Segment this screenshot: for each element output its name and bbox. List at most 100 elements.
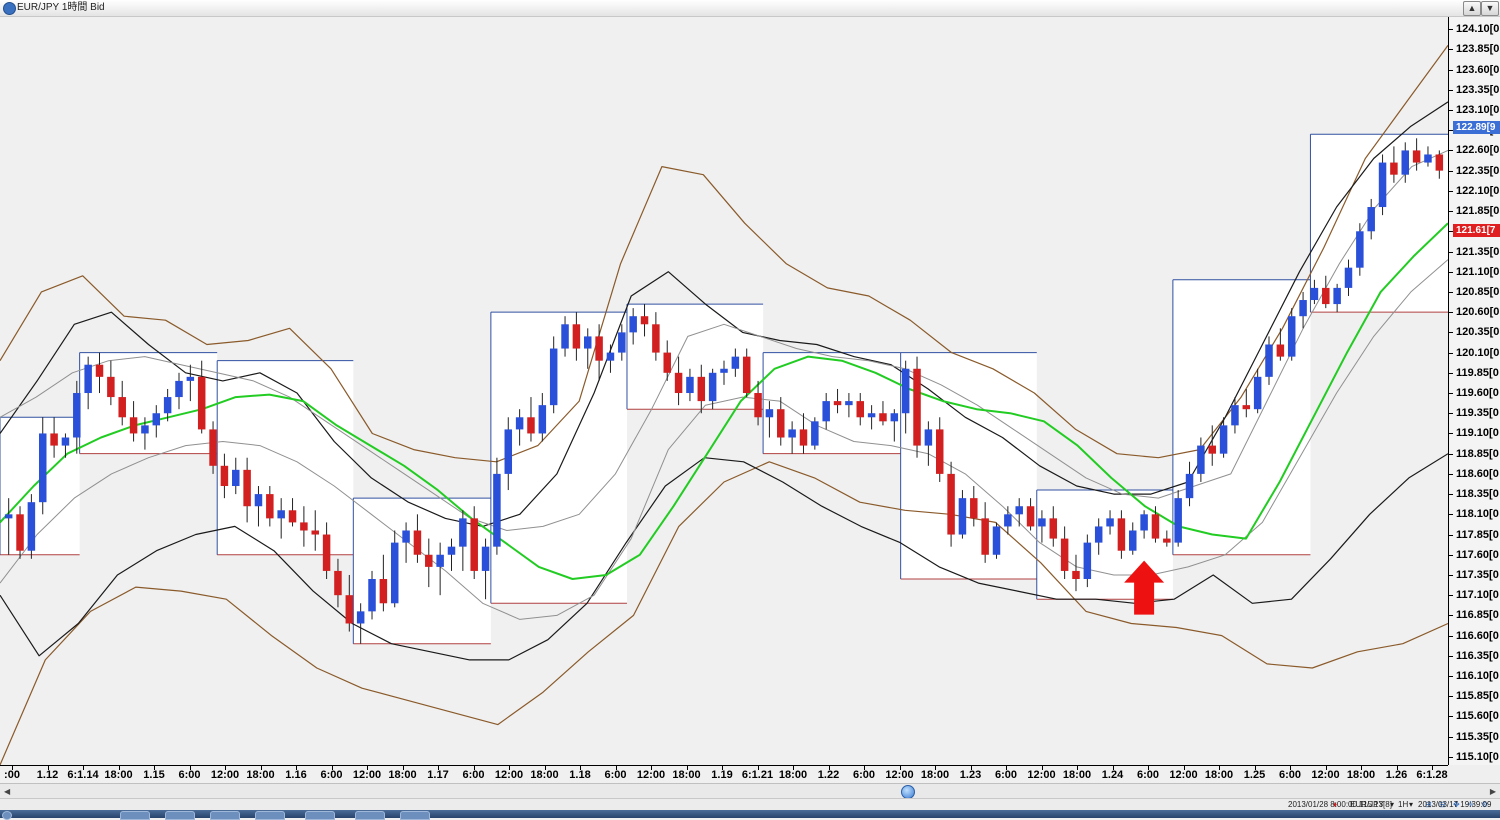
bull-candle — [1140, 514, 1148, 531]
cursor-info: 2013/01/28 8:00:00 115.13[8] — [1288, 800, 1392, 809]
y-tick-label: 120.85[0 — [1456, 285, 1500, 298]
x-tick-label: 6:00 — [852, 769, 876, 781]
y-tick — [1449, 271, 1453, 273]
bear-candle — [1060, 538, 1069, 571]
y-tick — [1449, 574, 1453, 576]
y-tick — [1449, 393, 1453, 395]
y-tick — [1449, 453, 1453, 455]
datetime-display: 2013/03/17 19:39:09 — [1418, 800, 1492, 809]
x-tick-label: 12:00 — [1311, 769, 1340, 781]
scroll-left-icon[interactable]: ◀ — [4, 787, 10, 796]
x-tick-label: 12:00 — [885, 769, 914, 781]
bear-candle — [1072, 570, 1080, 580]
y-tick — [1449, 696, 1453, 698]
x-tick-label: 6:1.28 — [1416, 769, 1448, 781]
bull-candle — [1219, 425, 1228, 454]
y-tick-label: 120.35[0 — [1456, 326, 1500, 339]
bear-candle — [674, 372, 683, 394]
taskbar-item[interactable] — [400, 811, 430, 820]
x-tick-label: 1.19 — [711, 769, 733, 781]
bear-candle — [913, 368, 921, 446]
scroll-thumb[interactable] — [901, 785, 915, 799]
bear-candle — [311, 530, 319, 535]
bear-candle — [742, 356, 751, 394]
bear-candle — [754, 393, 762, 418]
bull-candle — [277, 510, 285, 519]
x-tick-label: 1.23 — [959, 769, 982, 781]
scroll-down-button[interactable]: ▼ — [1481, 1, 1499, 16]
bear-candle — [1276, 344, 1285, 357]
price-axis[interactable]: 124.10[0 123.85[0 123.60[0 123.35[0 123.10[0… — [1448, 17, 1500, 765]
taskbar-item[interactable] — [305, 811, 335, 820]
bull-candle — [1333, 287, 1341, 305]
taskbar-item[interactable] — [165, 811, 195, 820]
taskbar-item[interactable] — [255, 811, 285, 820]
bull-candle — [584, 336, 592, 349]
bull-candle — [73, 393, 81, 438]
time-axis[interactable]: :00 1.12 6:1.14 18:00 1.15 6:00 12:00 18:00 1.16… — [0, 765, 1448, 784]
timeframe-dropdown-icon[interactable]: ▾ — [1409, 800, 1413, 809]
bear-candle — [663, 352, 671, 373]
x-tick-label: 18:00 — [104, 769, 133, 781]
x-tick-label: :00 — [4, 769, 20, 781]
x-tick-label: 18:00 — [1204, 769, 1234, 781]
taskbar — [0, 810, 1500, 820]
bull-candle — [481, 546, 490, 571]
bull-candle — [1424, 154, 1432, 163]
y-tick-label: 124.10[0 — [1456, 23, 1500, 36]
bull-candle — [1401, 150, 1410, 175]
y-tick — [1449, 514, 1453, 516]
x-tick-label: 6:00 — [462, 769, 485, 781]
title-bar: EUR/JPY 1時間 Bid ▲ ▼ — [0, 0, 1500, 17]
bull-candle — [254, 494, 263, 507]
start-button-icon[interactable] — [2, 811, 12, 820]
bull-candle — [731, 356, 740, 369]
taskbar-item[interactable] — [210, 811, 240, 820]
bear-candle — [1208, 445, 1216, 454]
bear-candle — [1390, 162, 1398, 175]
bear-candle — [947, 473, 955, 535]
chart-plot-area[interactable] — [0, 17, 1448, 765]
bull-candle — [1378, 162, 1387, 208]
bear-candle — [1242, 405, 1251, 410]
y-tick — [1449, 473, 1453, 475]
y-tick-label: 119.85[0 — [1456, 366, 1499, 379]
y-tick — [1449, 190, 1453, 192]
y-tick — [1449, 251, 1453, 253]
bull-candle — [765, 409, 774, 418]
taskbar-item[interactable] — [355, 811, 385, 820]
bull-candle — [1185, 473, 1194, 499]
x-tick-label: 1.18 — [569, 769, 591, 781]
bull-candle — [606, 352, 615, 361]
x-tick-label: 12:00 — [636, 769, 666, 781]
bear-candle — [856, 401, 864, 418]
scroll-up-button[interactable]: ▲ — [1463, 1, 1481, 16]
bull-candle — [27, 502, 36, 551]
bull-candle — [1344, 267, 1353, 288]
y-tick-label: 121.10[0 — [1456, 265, 1500, 278]
bull-candle — [708, 372, 717, 402]
bear-candle — [652, 324, 660, 353]
y-tick-label: 116.10[0 — [1456, 670, 1499, 683]
y-tick-label: 115.60[0 — [1456, 710, 1499, 723]
x-tick-label: 18:00 — [388, 769, 417, 781]
bear-candle — [935, 429, 944, 474]
bear-candle — [697, 376, 706, 402]
bear-candle — [322, 534, 331, 571]
y-tick-label: 121.85[0 — [1456, 205, 1500, 218]
bull-candle — [901, 368, 910, 414]
bull-candle — [1083, 542, 1092, 580]
x-tick-label: 6:00 — [1278, 769, 1302, 781]
timeframe-select[interactable]: 1H — [1398, 800, 1408, 809]
horizontal-scrollbar[interactable]: ◀ ▶ — [0, 783, 1500, 799]
taskbar-item[interactable] — [120, 811, 150, 820]
bear-candle — [1151, 514, 1160, 539]
bull-candle — [141, 425, 149, 434]
scroll-right-icon[interactable]: ▶ — [1490, 787, 1496, 796]
bull-candle — [1367, 207, 1375, 232]
bull-candle — [163, 397, 172, 414]
y-tick-label: 116.60[0 — [1456, 629, 1499, 642]
bear-candle — [640, 316, 649, 325]
x-tick-label: 18:00 — [778, 769, 808, 781]
y-tick — [1449, 312, 1453, 314]
